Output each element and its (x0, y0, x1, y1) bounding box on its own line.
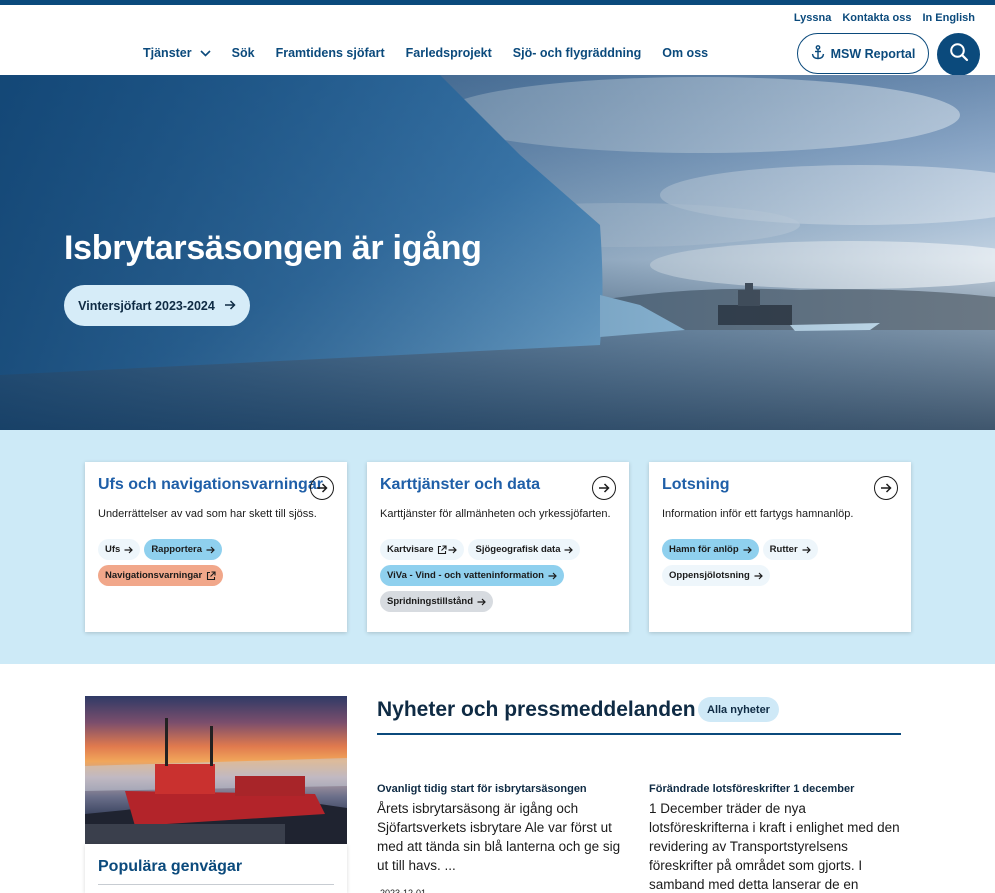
news-item-body: 1 December träder de nya lotsföreskrifte… (649, 801, 900, 892)
chip-label: Oppensjölotsning (669, 570, 750, 581)
chip-label: Rutter (769, 544, 798, 555)
news-item[interactable]: Förändrade lotsföreskrifter 1 december 1… (649, 783, 904, 893)
nav-item-services[interactable]: Tjänster (143, 46, 211, 60)
chip-label: Spridningstillstånd (387, 596, 474, 607)
card-description: Information inför ett fartygs hamnanlöp. (662, 508, 854, 520)
hero-banner: Isbrytarsäsongen är igång Vintersjöfart … (0, 75, 995, 430)
news-heading: Nyheter och pressmeddelanden (377, 698, 696, 721)
divider (98, 884, 334, 885)
card-title: Karttjänster och data (380, 476, 541, 493)
arrow-right-icon (477, 598, 486, 606)
card-description: Karttjänster för allmänheten och yrkessj… (380, 508, 611, 520)
news-item-body: Årets isbrytarsäsong är igång och Sjöfar… (377, 801, 621, 873)
arrow-circle-icon[interactable] (592, 476, 616, 500)
chip-link[interactable]: Oppensjölotsning (662, 565, 770, 586)
msw-reportal-button[interactable]: MSW Reportal (797, 33, 929, 74)
nav-item-label: Tjänster (143, 46, 192, 60)
card-map-services[interactable]: Karttjänster och data Karttjänster för a… (367, 462, 629, 632)
chip-link[interactable]: Rapportera (144, 539, 222, 560)
chevron-down-icon (200, 46, 211, 60)
news-item[interactable]: Ovanligt tidig start för isbrytarsäsonge… (377, 783, 632, 875)
search-button[interactable] (937, 33, 980, 76)
card-title: Ufs och navigationsvarningar (98, 476, 323, 493)
nav-item-about[interactable]: Om oss (662, 46, 708, 60)
rescue-boat-image (85, 696, 347, 844)
news-item-title[interactable]: Förändrade lotsföreskrifter 1 december (649, 783, 904, 795)
chip-label: Kartvisare (387, 544, 434, 555)
utility-links: Lyssna Kontakta oss In English (794, 12, 975, 24)
chip-link[interactable]: Kartvisare (380, 539, 465, 560)
card-description: Underrättelser av vad som har skett till… (98, 508, 317, 520)
chip-link[interactable]: Hamn för anlöp (662, 539, 759, 560)
arrow-right-icon (206, 546, 215, 554)
chip-label: Sjögeografisk data (475, 544, 561, 555)
arrow-circle-icon[interactable] (874, 476, 898, 500)
popular-shortcuts-title: Populära genvägar (98, 858, 243, 875)
chip-link[interactable]: Navigationsvarningar (98, 565, 224, 586)
chip-link[interactable]: Rutter (762, 539, 818, 560)
msw-reportal-label: MSW Reportal (830, 46, 916, 61)
arrow-right-icon (743, 546, 752, 554)
arrow-right-icon (754, 572, 763, 580)
arrow-right-icon (564, 546, 574, 554)
nav-item-sea-air-rescue[interactable]: Sjö- och flygräddning (513, 46, 641, 60)
nav-item-future-shipping[interactable]: Framtidens sjöfart (276, 46, 385, 60)
arrow-right-icon (548, 572, 557, 580)
arrow-right-icon (224, 299, 236, 313)
english-link[interactable]: In English (922, 12, 975, 24)
news-item-date: 2023-12-01 (380, 888, 427, 893)
chip-link[interactable]: Spridningstillstånd (380, 591, 494, 612)
popular-shortcuts-card: Populära genvägar (85, 844, 347, 893)
chip-link[interactable]: Sjögeografisk data (468, 539, 581, 560)
service-cards-band: Ufs och navigationsvarningar Underrättel… (0, 430, 995, 664)
nav-item-search[interactable]: Sök (232, 46, 255, 60)
chip-label: ViVa - Vind - och vatteninformation (387, 570, 544, 581)
anchor-icon (811, 44, 831, 63)
chip-list: Ufs Rapportera Navigationsvarningar (98, 539, 338, 586)
hero-winter-shipping-button[interactable]: Vintersjöfart 2023-2024 (64, 285, 250, 326)
hero-button-label: Vintersjöfart 2023-2024 (78, 298, 215, 313)
chip-list: Kartvisare Sjögeografisk data ViVa - Vind … (380, 539, 620, 612)
all-news-button[interactable]: Alla nyheter (698, 697, 779, 722)
chip-label: Rapportera (151, 544, 202, 555)
news-divider (377, 733, 901, 735)
arrow-right-icon (802, 546, 811, 554)
top-accent-bar (0, 0, 995, 5)
chip-list: Hamn för anlöp Rutter Oppensjölotsning (662, 539, 902, 586)
arrow-circle-icon[interactable] (310, 476, 334, 500)
arrow-right-icon (124, 546, 134, 554)
chip-label: Navigationsvarningar (105, 570, 203, 581)
listen-link[interactable]: Lyssna (794, 12, 832, 24)
chip-link[interactable]: ViVa - Vind - och vatteninformation (380, 565, 564, 586)
search-icon (949, 42, 969, 67)
contact-link[interactable]: Kontakta oss (842, 12, 911, 24)
chip-link[interactable]: Ufs (98, 539, 141, 560)
chip-label: Hamn för anlöp (669, 544, 739, 555)
external-link-icon (206, 570, 216, 581)
main-nav: Tjänster Sök Framtidens sjöfart Farledsp… (143, 46, 729, 60)
card-pilotage[interactable]: Lotsning Information inför ett fartygs h… (649, 462, 911, 632)
card-title: Lotsning (662, 476, 730, 493)
card-ufs[interactable]: Ufs och navigationsvarningar Underrättel… (85, 462, 347, 632)
nav-item-fairway-projects[interactable]: Farledsprojekt (406, 46, 492, 60)
chip-label: Ufs (105, 544, 121, 555)
hero-title: Isbrytarsäsongen är igång (64, 229, 482, 267)
news-item-title[interactable]: Ovanligt tidig start för isbrytarsäsonge… (377, 783, 632, 795)
external-link-arrow-icon (437, 544, 458, 555)
